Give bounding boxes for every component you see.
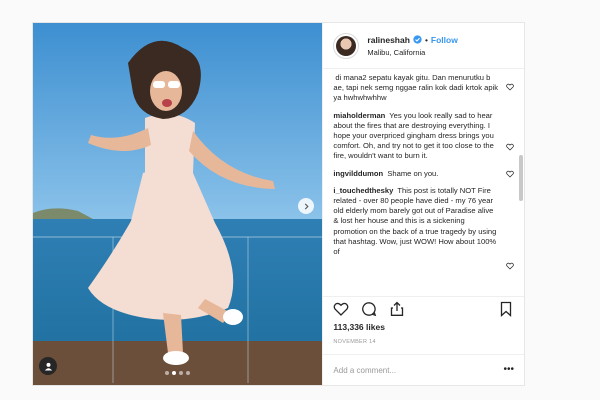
more-options-icon[interactable]: •••: [503, 365, 514, 375]
comment-username[interactable]: miaholderman: [333, 111, 385, 120]
comment-item: i_touchedthesky This post is totally NOT…: [333, 186, 514, 270]
heart-icon[interactable]: [506, 83, 514, 91]
comment-body: This post is totally NOT Fire related - …: [333, 185, 497, 257]
user-tag-icon: [44, 362, 52, 371]
comments-list[interactable]: di mana2 sepatu kayak gitu. Dan menurutk…: [323, 69, 524, 296]
share-icon[interactable]: [389, 301, 405, 317]
location-link[interactable]: Malibu, California: [367, 48, 457, 57]
comment-body: di mana2 sepatu kayak gitu. Dan menurutk…: [333, 73, 499, 103]
chevron-right-icon: [304, 202, 309, 210]
photo-illustration: [33, 23, 323, 385]
comment-item: ingvilddumon Shame on you.: [333, 169, 514, 179]
post-actions: [323, 296, 524, 320]
post-date[interactable]: NOVEMBER 14: [323, 332, 524, 345]
heart-icon[interactable]: [506, 143, 514, 151]
separator-dot: •: [424, 34, 428, 45]
comment-icon[interactable]: [361, 301, 377, 317]
comments-scrollbar[interactable]: [519, 155, 523, 201]
heart-icon[interactable]: [506, 262, 514, 270]
carousel-indicator: [33, 371, 322, 375]
post-header: ralineshah • Follow Malibu, California: [323, 23, 524, 69]
add-comment-input[interactable]: [333, 365, 504, 375]
post-sidebar: ralineshah • Follow Malibu, California d…: [322, 23, 524, 385]
verified-badge-icon: [413, 35, 422, 44]
follow-button[interactable]: Follow: [431, 35, 458, 45]
comment-username[interactable]: i_touchedthesky: [333, 186, 393, 195]
add-comment-bar: •••: [323, 354, 524, 385]
comment-text: i_touchedthesky This post is totally NOT…: [333, 186, 500, 270]
carousel-dot[interactable]: [179, 371, 184, 375]
post-photo[interactable]: [33, 23, 323, 385]
comment-body: Shame on you.: [387, 168, 439, 178]
comment-text: ingvilddumon Shame on you.: [333, 169, 500, 179]
carousel-dot[interactable]: [186, 371, 191, 375]
carousel-dot[interactable]: [172, 371, 177, 375]
comment-username[interactable]: ingvilddumon: [333, 169, 383, 178]
bookmark-icon[interactable]: [498, 301, 514, 317]
avatar[interactable]: [333, 32, 360, 59]
comment-text: miaholderman Yes you look really sad to …: [333, 111, 500, 162]
comment-item: di mana2 sepatu kayak gitu. Dan menurutk…: [333, 73, 514, 104]
heart-icon[interactable]: [333, 301, 349, 317]
comment-text: di mana2 sepatu kayak gitu. Dan menurutk…: [333, 73, 500, 104]
comment-item: miaholderman Yes you look really sad to …: [333, 111, 514, 162]
user-row: ralineshah • Follow: [367, 35, 457, 45]
user-block: ralineshah • Follow Malibu, California: [367, 35, 457, 57]
likes-count[interactable]: 113,336 likes: [323, 320, 524, 332]
heart-icon[interactable]: [506, 170, 514, 178]
instagram-post: ralineshah • Follow Malibu, California d…: [32, 22, 525, 386]
username-link[interactable]: ralineshah: [367, 35, 410, 45]
carousel-dot[interactable]: [165, 371, 170, 375]
